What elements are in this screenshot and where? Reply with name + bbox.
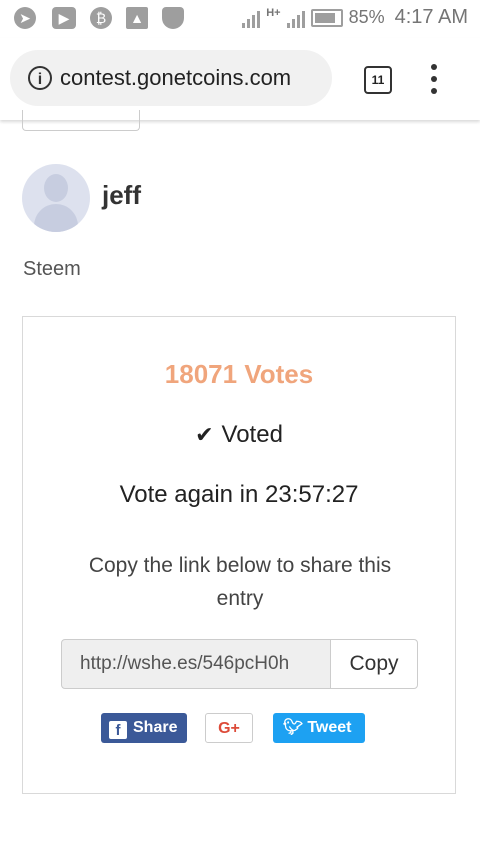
info-icon[interactable]: i (28, 66, 52, 90)
facebook-share-label: Share (133, 719, 178, 736)
facebook-icon: f (109, 721, 127, 739)
telegram-icon: ➤ (14, 7, 36, 29)
url-text[interactable]: contest.gonetcoins.com (60, 65, 291, 91)
facebook-share-button[interactable]: f Share (101, 713, 187, 743)
vote-again-timer: Vote again in 23:57:27 (119, 481, 359, 508)
partial-button[interactable] (22, 110, 140, 131)
url-bar[interactable]: i contest.gonetcoins.com (10, 50, 332, 106)
tab-switcher-button[interactable]: 11 (364, 66, 392, 94)
copy-button[interactable]: Copy (330, 639, 418, 689)
tweet-label: Tweet (307, 719, 352, 736)
twitter-icon: 🐦︎ (283, 719, 304, 736)
image-icon: ▲ (126, 7, 148, 29)
signal-icon-2 (286, 8, 305, 28)
battery-icon (310, 8, 343, 27)
entry-user-name: jeff (102, 180, 141, 210)
clock: 4:17 AM (394, 6, 468, 28)
status-bar: ➤ ▶ ₿ ▲ H+ 85% 4:17 AM (0, 0, 480, 38)
check-icon: ✔ (195, 422, 214, 447)
vote-card: 18071 Votes ✔ Voted Vote again in 23:57:2… (22, 316, 456, 794)
network-type-label: H+ (266, 6, 281, 19)
vote-count: 18071 Votes (164, 359, 314, 389)
voted-status: ✔ Voted (23, 421, 455, 449)
browser-toolbar: i contest.gonetcoins.com 11 (0, 38, 480, 120)
avatar (22, 164, 90, 232)
share-link-field[interactable]: http://wshe.es/546pcH0h (61, 639, 331, 689)
battery-percent: 85% (348, 7, 385, 27)
entry-subtitle: Steem (23, 258, 81, 280)
bitcoin-icon: ₿ (90, 7, 112, 29)
tweet-button[interactable]: 🐦︎ Tweet (273, 713, 365, 743)
more-menu-icon[interactable] (430, 64, 438, 94)
google-plus-button[interactable]: G+ (205, 713, 253, 743)
status-right: H+ 85% 4:17 AM (242, 6, 468, 29)
shield-icon (162, 7, 184, 29)
voted-label: Voted (221, 421, 283, 448)
signal-icon (242, 8, 261, 28)
share-hint: Copy the link below to share this entry (88, 554, 392, 610)
youtube-icon: ▶ (52, 7, 76, 29)
